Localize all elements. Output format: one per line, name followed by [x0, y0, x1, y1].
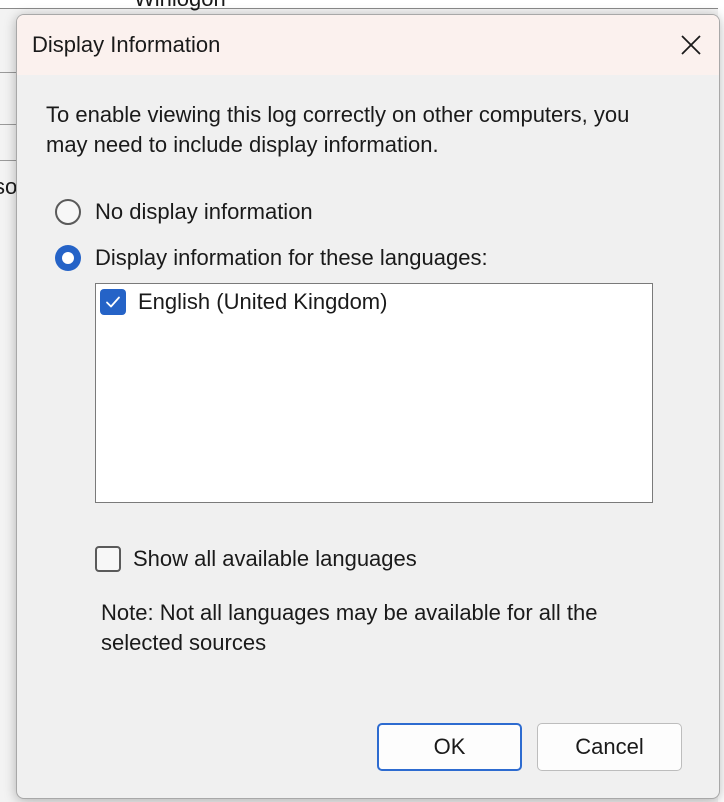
radio-label: No display information: [95, 199, 313, 224]
note-text: Note: Not all languages may be available…: [101, 600, 598, 655]
dialog-title: Display Information: [32, 32, 221, 57]
language-label: English (United Kingdom): [138, 289, 388, 314]
show-all-languages-checkbox-row[interactable]: Show all available languages: [95, 546, 417, 572]
display-information-dialog: Display Information To enable viewing th…: [16, 14, 720, 799]
background-list-row: [0, 0, 724, 9]
title-bar[interactable]: Display Information: [17, 15, 719, 75]
ok-button[interactable]: OK: [377, 723, 522, 771]
cancel-button[interactable]: Cancel: [537, 723, 682, 771]
radio-button-selected[interactable]: [55, 245, 81, 271]
show-all-checkbox[interactable]: [95, 546, 121, 572]
intro-text: To enable viewing this log correctly on …: [46, 102, 630, 157]
radio-button-unselected[interactable]: [55, 199, 81, 225]
language-list[interactable]: English (United Kingdom): [95, 283, 653, 503]
radio-label: Display information for these languages:: [95, 245, 488, 270]
background-side-text: so: [0, 174, 18, 199]
checkmark-icon: [106, 296, 120, 308]
close-button[interactable]: [671, 25, 711, 65]
close-icon: [681, 35, 701, 55]
radio-dot: [62, 252, 74, 264]
language-checkbox[interactable]: [100, 289, 126, 315]
radio-no-display-information[interactable]: No display information: [55, 199, 313, 225]
show-all-label: Show all available languages: [133, 546, 417, 571]
list-item-english-united-kingdom[interactable]: English (United Kingdom): [100, 289, 387, 315]
radio-display-information-languages[interactable]: Display information for these languages:: [55, 245, 488, 271]
background-list-text: Winlogon: [134, 0, 226, 12]
